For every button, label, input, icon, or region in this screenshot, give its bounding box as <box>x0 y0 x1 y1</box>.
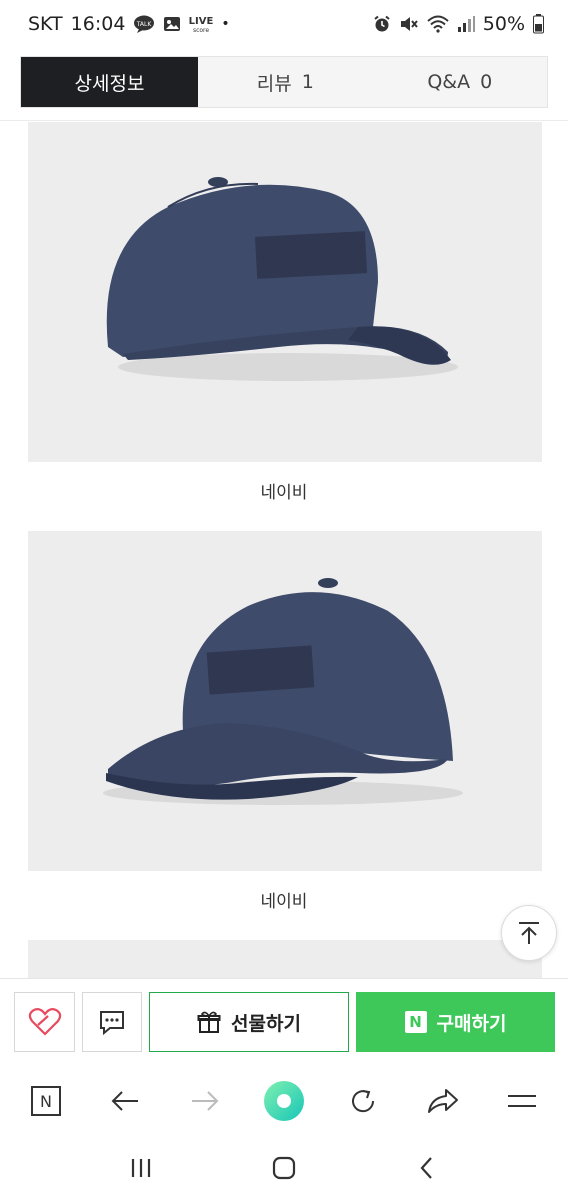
clock: 16:04 <box>70 13 126 35</box>
tab-details[interactable]: 상세정보 <box>21 57 198 107</box>
svg-text:TALK: TALK <box>136 21 153 28</box>
tab-qna-label: Q&A <box>427 71 471 93</box>
tab-divider <box>0 120 568 121</box>
home-button[interactable] <box>259 1143 309 1193</box>
naver-home-icon: N <box>30 1086 61 1116</box>
alarm-icon <box>373 15 391 33</box>
recent-apps-button[interactable] <box>116 1143 166 1193</box>
wishlist-button[interactable] <box>14 992 75 1052</box>
tab-qna-count: 0 <box>480 71 493 93</box>
tab-details-label: 상세정보 <box>74 72 145 95</box>
arrow-up-icon <box>519 922 539 944</box>
product-image-1 <box>28 122 542 462</box>
heart-link-icon <box>28 1008 61 1036</box>
naver-n-icon: N <box>404 1011 427 1033</box>
buy-label: 구매하기 <box>436 1012 507 1035</box>
product-image-2 <box>28 531 542 871</box>
talk-button[interactable] <box>82 992 142 1052</box>
navy-cap-image <box>103 578 463 805</box>
chat-icon <box>100 1011 124 1036</box>
livescore-icon: LIVE score <box>189 14 213 34</box>
recent-apps-icon <box>132 1159 151 1177</box>
share-button[interactable] <box>418 1076 468 1126</box>
green-dot-icon <box>263 1081 304 1121</box>
mute-icon <box>399 15 419 33</box>
tab-reviews[interactable]: 리뷰 1 <box>198 57 373 107</box>
product-caption-1: 네이비 <box>260 483 308 503</box>
back-icon <box>111 1091 139 1111</box>
reload-icon <box>352 1090 375 1113</box>
carrier: SKT <box>28 13 63 35</box>
share-icon <box>427 1089 458 1113</box>
signal-icon <box>457 15 475 33</box>
tab-reviews-label: 리뷰 <box>256 72 292 95</box>
system-back-button[interactable] <box>402 1143 452 1193</box>
scroll-top-button[interactable] <box>501 905 557 961</box>
purchase-bar: 선물하기 N 구매하기 <box>0 978 568 1066</box>
tab-reviews-count: 1 <box>301 71 314 93</box>
back-button[interactable] <box>100 1076 150 1126</box>
gift-label: 선물하기 <box>231 1012 301 1035</box>
buy-button[interactable]: N 구매하기 <box>356 992 555 1052</box>
home-icon <box>272 1156 296 1180</box>
status-bar: SKT 16:04 TALK LIVE score • 50% <box>0 0 568 48</box>
livescore-top-text: LIVE <box>189 16 213 27</box>
status-dot: • <box>221 16 230 32</box>
gift-button[interactable]: 선물하기 <box>149 992 349 1052</box>
navy-cap-image <box>106 177 458 381</box>
forward-icon <box>191 1091 218 1111</box>
naver-home-button[interactable]: N <box>21 1076 71 1126</box>
menu-icon <box>508 1095 537 1107</box>
detail-tabs: 상세정보 리뷰 1 Q&A 0 <box>20 56 548 108</box>
menu-button[interactable] <box>497 1076 547 1126</box>
battery-icon <box>533 14 544 34</box>
talk-icon: TALK <box>133 15 155 33</box>
livescore-bottom-text: score <box>193 27 209 34</box>
naver-home-letter: N <box>40 1092 52 1111</box>
system-nav-bar <box>0 1136 568 1200</box>
image-icon <box>163 15 181 33</box>
reload-button[interactable] <box>338 1076 388 1126</box>
wifi-icon <box>427 15 449 33</box>
system-back-icon <box>420 1157 432 1179</box>
product-image-3 <box>28 940 542 980</box>
product-caption-2: 네이비 <box>260 892 308 912</box>
status-right: 50% <box>373 13 544 35</box>
browser-toolbar: N <box>0 1066 568 1136</box>
forward-button[interactable] <box>180 1076 230 1126</box>
status-left: SKT 16:04 TALK LIVE score • <box>28 13 230 35</box>
gift-icon <box>197 1011 221 1033</box>
green-dot-button[interactable] <box>259 1076 309 1126</box>
battery-percent: 50% <box>482 13 525 35</box>
tab-qna[interactable]: Q&A 0 <box>373 57 548 107</box>
